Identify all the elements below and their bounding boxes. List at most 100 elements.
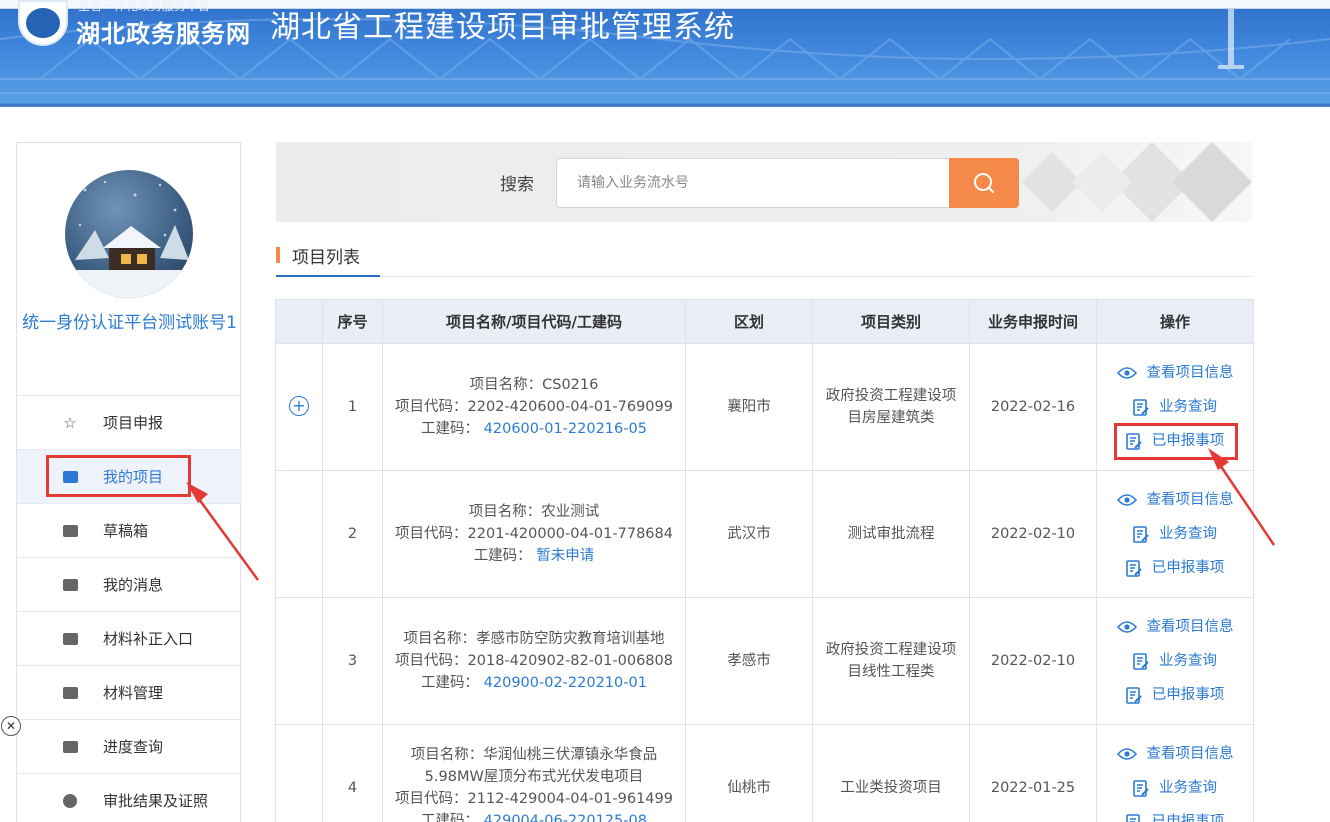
search-label: 搜索: [500, 175, 534, 195]
header-project-info: 项目名称/项目代码/工建码: [382, 299, 686, 344]
project-name: CS0216: [542, 377, 599, 393]
logo-subtitle: 全省一体化政务服务平台: [78, 0, 211, 13]
name-prefix: 项目名称：: [410, 747, 484, 763]
header-operations: 操作: [1096, 299, 1254, 344]
system-title: 湖北省工程建设项目审批管理系统: [270, 10, 735, 45]
message-icon: [61, 576, 79, 594]
table-row: 2 项目名称：农业测试 项目代码：2201-420000-04-01-77868…: [275, 470, 1254, 598]
project-info: 项目名称：CS0216 项目代码：2202-420600-04-01-76909…: [382, 343, 686, 471]
section-title: 项目列表: [292, 248, 360, 268]
gjm-prefix: 工建码：: [473, 548, 532, 564]
document-edit-icon: [1133, 652, 1149, 670]
declared-items-button[interactable]: 已申报事项: [1125, 684, 1224, 706]
header-index: 序号: [322, 299, 383, 344]
name-prefix: 项目名称：: [403, 631, 477, 647]
sidebar-item-material-fix[interactable]: 材料补正入口: [17, 611, 242, 665]
table-row: 4 项目名称：华润仙桃三伏潭镇永华食品5.98MW屋顶分布式光伏发电项目 项目代…: [275, 724, 1254, 822]
document-edit-icon: [1125, 813, 1141, 822]
expand-plus-icon[interactable]: +: [289, 396, 309, 416]
search-panel: 搜索: [276, 142, 1252, 222]
project-code: 2018-420902-82-01-006808: [467, 653, 673, 669]
view-project-info-button[interactable]: 查看项目信息: [1116, 743, 1234, 765]
eye-icon: [1116, 748, 1137, 760]
code-prefix: 项目代码：: [395, 653, 468, 669]
row-date: 2022-02-16: [969, 343, 1097, 471]
project-name: 农业测试: [541, 504, 600, 520]
business-query-button[interactable]: 业务查询: [1133, 523, 1217, 545]
sidebar-item-messages[interactable]: 我的消息: [17, 557, 242, 611]
business-query-button[interactable]: 业务查询: [1133, 396, 1217, 418]
search-icon: [974, 173, 994, 193]
sidebar-item-results[interactable]: 审批结果及证照: [17, 773, 242, 822]
row-date: 2022-02-10: [969, 470, 1097, 598]
project-gjm: 暂未申请: [536, 548, 595, 564]
header-date: 业务申报时间: [969, 299, 1097, 344]
header-banner: 全省一体化政务服务平台 湖北政务服务网 湖北省工程建设项目审批管理系统: [0, 0, 1330, 107]
table-row: + 1 项目名称：CS0216 项目代码：2202-420600-04-01-7…: [275, 343, 1254, 471]
row-date: 2022-02-10: [969, 597, 1097, 725]
table-row: 3 项目名称：孝感市防空防灾教育培训基地 项目代码：2018-420902-82…: [275, 597, 1254, 725]
row-region: 孝感市: [685, 597, 813, 725]
header-region: 区划: [685, 299, 813, 344]
gjm-prefix: 工建码：: [421, 675, 480, 691]
code-prefix: 项目代码：: [395, 399, 468, 415]
name-prefix: 项目名称：: [468, 504, 542, 520]
eye-icon: [1116, 621, 1137, 633]
row-category: 工业类投资项目: [812, 724, 970, 822]
document-edit-icon: [1125, 686, 1142, 704]
highlight-box-my-projects: [46, 455, 191, 497]
sidebar-item-label: 材料补正入口: [103, 630, 194, 648]
project-info: 项目名称：华润仙桃三伏潭镇永华食品5.98MW屋顶分布式光伏发电项目 项目代码：…: [382, 724, 686, 822]
row-region: 仙桃市: [685, 724, 813, 822]
declared-items-button[interactable]: 已申报事项: [1125, 811, 1224, 822]
row-category: 政府投资工程建设项目线性工程类: [812, 597, 970, 725]
view-project-info-button[interactable]: 查看项目信息: [1116, 489, 1234, 511]
sidebar-item-label: 我的消息: [103, 576, 164, 594]
gjm-prefix: 工建码：: [421, 421, 480, 437]
document-edit-icon: [1133, 525, 1149, 543]
row-index: 2: [322, 470, 383, 598]
sidebar-item-label: 项目申报: [103, 414, 164, 432]
view-project-info-button[interactable]: 查看项目信息: [1116, 616, 1234, 638]
document-edit-icon: [1125, 559, 1142, 577]
material-fix-icon: [61, 630, 79, 648]
section-marker: [276, 247, 280, 263]
material-manage-icon: [61, 684, 79, 702]
view-project-info-button[interactable]: 查看项目信息: [1116, 362, 1234, 384]
project-code: 2112-429004-04-01-961499: [467, 791, 673, 807]
row-date: 2022-01-25: [969, 724, 1097, 822]
close-float-icon[interactable]: ✕: [1, 716, 21, 736]
sidebar-item-progress[interactable]: 进度查询: [17, 719, 242, 773]
table-header-row: 序号 项目名称/项目代码/工建码 区划 项目类别 业务申报时间 操作: [275, 299, 1254, 344]
avatar: [65, 170, 193, 298]
search-input[interactable]: [556, 158, 950, 208]
row-region: 武汉市: [685, 470, 813, 598]
business-query-button[interactable]: 业务查询: [1133, 777, 1217, 799]
username: 统一身份认证平台测试账号1: [22, 313, 237, 333]
draft-box-icon: [61, 522, 79, 540]
row-index: 1: [322, 343, 383, 471]
sidebar-item-label: 审批结果及证照: [103, 792, 209, 810]
star-icon: ☆: [63, 413, 77, 432]
project-gjm: 429004-06-220125-08: [483, 813, 647, 822]
logo-text[interactable]: 湖北政务服务网: [76, 14, 251, 49]
row-index: 4: [322, 724, 383, 822]
row-category: 测试审批流程: [812, 470, 970, 598]
header-expand: [275, 299, 323, 344]
result-icon: [61, 792, 79, 810]
section-tab-project-list[interactable]: 项目列表: [276, 241, 380, 277]
business-query-button[interactable]: 业务查询: [1133, 650, 1217, 672]
project-name: 孝感市防空防灾教育培训基地: [476, 631, 665, 647]
sidebar-item-drafts[interactable]: 草稿箱: [17, 503, 242, 557]
progress-search-icon: [61, 738, 79, 756]
sidebar-item-label: 草稿箱: [103, 522, 149, 540]
declared-items-button[interactable]: 已申报事项: [1125, 557, 1224, 579]
search-button[interactable]: [949, 158, 1019, 208]
project-gjm: 420900-02-220210-01: [483, 675, 647, 691]
sidebar-item-project-apply[interactable]: ☆ 项目申报: [17, 395, 242, 449]
section-divider: [380, 276, 1252, 277]
gjm-prefix: 工建码：: [421, 813, 480, 822]
sidebar-item-material-manage[interactable]: 材料管理: [17, 665, 242, 719]
project-gjm: 420600-01-220216-05: [483, 421, 647, 437]
project-code: 2201-420000-04-01-778684: [467, 526, 673, 542]
